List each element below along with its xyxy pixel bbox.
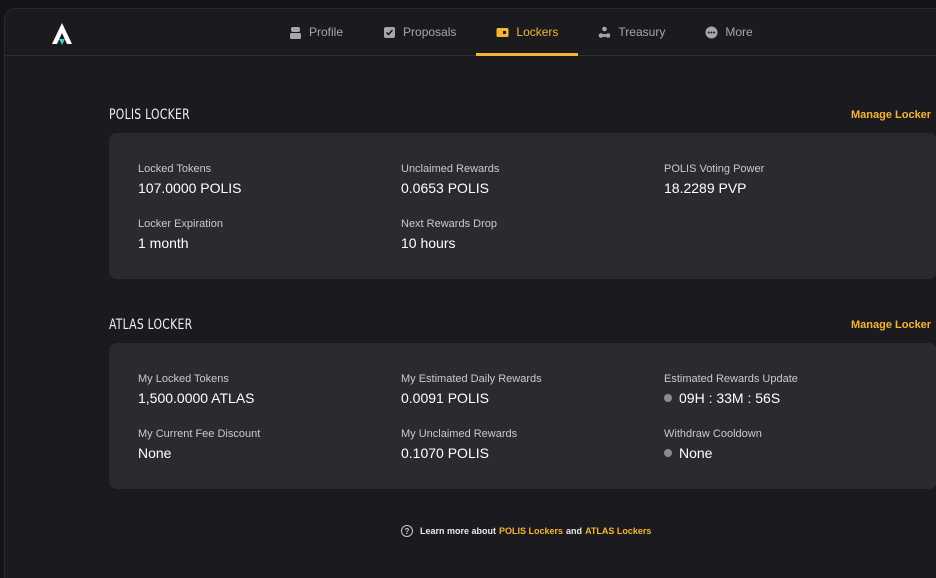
- atlas-locker-title: ATLAS LOCKER: [109, 317, 193, 333]
- stat-label: Locker Expiration: [138, 218, 223, 230]
- stat-label: POLIS Voting Power: [664, 163, 765, 175]
- stat-value: 0.0653 POLIS: [401, 180, 489, 196]
- stat-label: Locked Tokens: [138, 163, 212, 175]
- main-frame: Profile Proposals Lockers Treasury More …: [4, 8, 936, 578]
- polis-locker-title: POLIS LOCKER: [109, 107, 190, 123]
- more-icon: [705, 26, 718, 38]
- stat-value: 0.1070 POLIS: [401, 445, 489, 461]
- main-nav: Profile Proposals Lockers Treasury More: [269, 9, 773, 56]
- stat-label: Withdraw Cooldown: [664, 428, 762, 440]
- stat-label: Estimated Rewards Update: [664, 373, 798, 385]
- footer-prefix: Learn more about: [420, 526, 497, 536]
- profile-icon: [290, 26, 301, 39]
- atlas-estimated-rewards-update: Estimated Rewards Update 09H : 33M : 56S: [664, 373, 798, 406]
- nav-tab-treasury[interactable]: Treasury: [578, 9, 685, 55]
- top-navigation-bar: Profile Proposals Lockers Treasury More: [5, 9, 936, 56]
- stat-label: My Estimated Daily Rewards: [401, 373, 542, 385]
- stat-label: My Unclaimed Rewards: [401, 428, 518, 440]
- atlas-locker-card: My Locked Tokens 1,500.0000 ATLAS My Est…: [109, 343, 936, 489]
- polis-locked-tokens: Locked Tokens 107.0000 POLIS: [138, 163, 242, 196]
- nav-tab-more[interactable]: More: [685, 9, 772, 55]
- atlas-unclaimed-rewards: My Unclaimed Rewards 0.1070 POLIS: [401, 428, 517, 461]
- stat-value: 1,500.0000 ATLAS: [138, 390, 255, 406]
- nav-tab-label: Lockers: [516, 25, 559, 39]
- nav-tab-label: Treasury: [618, 25, 666, 39]
- stat-label: Next Rewards Drop: [401, 218, 497, 230]
- lockers-icon: [496, 27, 509, 37]
- footer-and: and: [566, 526, 583, 536]
- atlas-lockers-link[interactable]: ATLAS Lockers: [585, 526, 651, 536]
- polis-locker-card: Locked Tokens 107.0000 POLIS Unclaimed R…: [109, 133, 936, 279]
- stat-value: None: [664, 445, 762, 461]
- help-icon: ?: [401, 525, 413, 537]
- atlas-withdraw-cooldown: Withdraw Cooldown None: [664, 428, 762, 461]
- atlas-my-locked-tokens: My Locked Tokens 1,500.0000 ATLAS: [138, 373, 255, 406]
- polis-voting-power: POLIS Voting Power 18.2289 PVP: [664, 163, 764, 196]
- countdown-value: 09H : 33M : 56S: [679, 390, 781, 406]
- atlas-current-fee-discount: My Current Fee Discount None: [138, 428, 260, 461]
- app-root: Profile Proposals Lockers Treasury More …: [0, 0, 936, 578]
- stat-value: 107.0000 POLIS: [138, 180, 242, 196]
- status-dot-icon: [664, 394, 672, 402]
- nav-tab-proposals[interactable]: Proposals: [363, 9, 476, 55]
- atlas-estimated-daily-rewards: My Estimated Daily Rewards 0.0091 POLIS: [401, 373, 542, 406]
- polis-next-rewards-drop: Next Rewards Drop 10 hours: [401, 218, 497, 251]
- app-logo-icon[interactable]: [51, 22, 73, 46]
- status-dot-icon: [664, 449, 672, 457]
- stat-label: My Locked Tokens: [138, 373, 229, 385]
- polis-manage-locker-link[interactable]: Manage Locker: [851, 109, 931, 121]
- learn-more-footer: ? Learn more about POLIS Lockers and ATL…: [401, 525, 654, 537]
- stat-value: 0.0091 POLIS: [401, 390, 489, 406]
- cooldown-value: None: [679, 445, 713, 461]
- nav-tab-label: More: [725, 25, 753, 39]
- nav-tab-profile[interactable]: Profile: [269, 9, 363, 55]
- nav-tab-label: Proposals: [403, 25, 457, 39]
- nav-tab-label: Profile: [309, 25, 344, 39]
- stat-value: 1 month: [138, 235, 189, 251]
- stat-value: 18.2289 PVP: [664, 180, 747, 196]
- stat-label: Unclaimed Rewards: [401, 163, 500, 175]
- proposals-icon: [384, 26, 396, 38]
- polis-lockers-link[interactable]: POLIS Lockers: [499, 526, 563, 536]
- treasury-icon: [599, 26, 611, 38]
- polis-unclaimed-rewards: Unclaimed Rewards 0.0653 POLIS: [401, 163, 499, 196]
- stat-value: 10 hours: [401, 235, 456, 251]
- stat-value: None: [138, 445, 172, 461]
- polis-locker-expiration: Locker Expiration 1 month: [138, 218, 223, 251]
- stat-value: 09H : 33M : 56S: [664, 390, 798, 406]
- atlas-manage-locker-link[interactable]: Manage Locker: [851, 319, 931, 331]
- stat-label: My Current Fee Discount: [138, 428, 261, 440]
- nav-tab-lockers[interactable]: Lockers: [476, 9, 579, 56]
